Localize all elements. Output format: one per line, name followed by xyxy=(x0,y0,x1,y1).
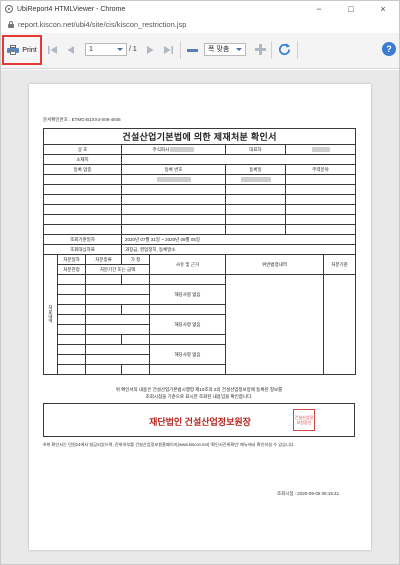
header-registration-type: 등록 업종 xyxy=(43,164,122,175)
page-number-select[interactable]: 1 xyxy=(85,43,127,56)
period-value: 2020년 07월 31일 ~ 2020년 09월 05일 xyxy=(120,234,357,245)
target-label: 조회대상자료 xyxy=(43,244,122,255)
verification-footnote: ※위 확인서는 민원24에서 발급되었으며, 진위여부를 건설산업정보원홈페이지… xyxy=(43,442,295,447)
chevron-down-icon xyxy=(236,48,242,51)
header-registration-number: 등록 번호 xyxy=(121,164,226,175)
current-page: 1 xyxy=(89,46,93,53)
disposal-side-label: 처분내역 xyxy=(43,254,58,375)
next-page-icon[interactable] xyxy=(144,44,156,56)
ceo-value xyxy=(284,144,357,155)
header-period-or-fine: 처분기간 또는 금액 xyxy=(85,264,150,275)
toolbar-divider xyxy=(297,41,298,59)
header-main-field: 주력분야 xyxy=(284,164,357,175)
zoom-in-icon[interactable] xyxy=(255,44,266,55)
period-label: 조회기준일자 xyxy=(43,234,122,245)
zoom-out-icon[interactable] xyxy=(187,49,198,52)
window-controls: − □ × xyxy=(303,1,399,17)
zoom-label: 폭 맞춤 xyxy=(208,46,230,53)
trade-name-label: 상 호 xyxy=(43,144,122,155)
certificate-title: 건설산업기본법에 의한 제재처분 확인서 xyxy=(42,128,357,145)
target-value: 과징금, 영업정지, 등록말소 xyxy=(120,244,357,255)
report-viewer[interactable]: 문서확인번호 : ETMG-B1XX4-009-4846 건설산업기본법에 의한… xyxy=(1,70,399,564)
title-bar: UbiReport4 HTMLViewer - Chrome − □ × xyxy=(1,1,399,17)
viewer-toolbar: Print 1 / 1 폭 맞춤 ? xyxy=(1,33,399,69)
print-label: Print xyxy=(22,46,37,54)
report-page: 문서확인번호 : ETMG-B1XX4-009-4846 건설산업기본법에 의한… xyxy=(29,84,371,550)
registration-cell xyxy=(43,174,122,185)
official-seal: 건설산업정보원장인 xyxy=(293,409,315,431)
window-title: UbiReport4 HTMLViewer - Chrome xyxy=(17,5,126,13)
page-total: / 1 xyxy=(129,46,137,53)
browser-window: UbiReport4 HTMLViewer - Chrome − □ × rep… xyxy=(0,0,400,565)
header-violation: 위반법령내역 xyxy=(225,254,324,275)
vertical-scrollbar[interactable] xyxy=(394,70,398,564)
address-bar[interactable]: report.kiscon.net/ubi4/site/cis/kiscon_r… xyxy=(1,17,399,31)
registration-cell xyxy=(225,174,286,185)
header-processing-type: 처분종류 xyxy=(85,254,122,265)
header-processing-agency: 처분관청 xyxy=(57,264,86,275)
trade-name-value: 주식회사 xyxy=(121,144,226,155)
help-icon[interactable]: ? xyxy=(382,42,396,56)
header-processing-date: 처분일자 xyxy=(57,254,86,265)
minimize-button[interactable]: − xyxy=(303,1,335,17)
certificate-table: 건설산업기본법에 의한 제재처분 확인서 상 호 주식회사 대표자 소재지 등록… xyxy=(42,128,357,375)
address-label: 소재지 xyxy=(43,154,122,165)
toolbar-divider xyxy=(180,41,181,59)
url-text[interactable]: report.kiscon.net/ubi4/site/cis/kiscon_r… xyxy=(18,20,186,29)
ceo-label: 대표자 xyxy=(225,144,286,155)
notice-text: 위 확인서의 내용은 건설산업기본법시행령 제10조의 2의 건설산업정보망에 … xyxy=(115,387,283,399)
maximize-button[interactable]: □ xyxy=(335,1,367,17)
organization-box: 재단법인 건설산업정보원장 건설산업정보원장인 xyxy=(43,403,355,437)
toolbar-divider xyxy=(271,41,272,59)
registration-cell xyxy=(121,174,226,185)
close-button[interactable]: × xyxy=(367,1,399,17)
header-status: 처분기준 xyxy=(322,254,357,275)
app-icon xyxy=(5,5,13,13)
header-fine: 가 정 xyxy=(121,254,150,265)
printer-icon xyxy=(7,45,20,55)
address-value xyxy=(120,154,357,165)
no-record-text: 해당사항 없음 xyxy=(149,314,226,335)
header-registration-date: 등록일 xyxy=(225,164,286,175)
no-record-text: 해당사항 없음 xyxy=(149,284,226,305)
last-page-icon[interactable] xyxy=(162,44,174,56)
refresh-icon[interactable] xyxy=(277,42,292,57)
zoom-select[interactable]: 폭 맞춤 xyxy=(204,43,246,56)
registration-cell xyxy=(284,174,357,185)
prev-page-icon[interactable] xyxy=(65,44,77,56)
no-record-text: 해당사항 없음 xyxy=(149,344,226,365)
print-button[interactable]: Print xyxy=(2,35,42,65)
chevron-down-icon xyxy=(117,48,123,51)
document-number: 문서확인번호 : ETMG-B1XX4-009-4846 xyxy=(43,117,121,122)
lock-icon xyxy=(7,20,14,28)
header-reason: 사유 및 근거 xyxy=(149,254,226,275)
first-page-icon[interactable] xyxy=(47,44,59,56)
print-timestamp: 조회시점 : 2020-09-05 05:15:41 xyxy=(277,491,340,496)
